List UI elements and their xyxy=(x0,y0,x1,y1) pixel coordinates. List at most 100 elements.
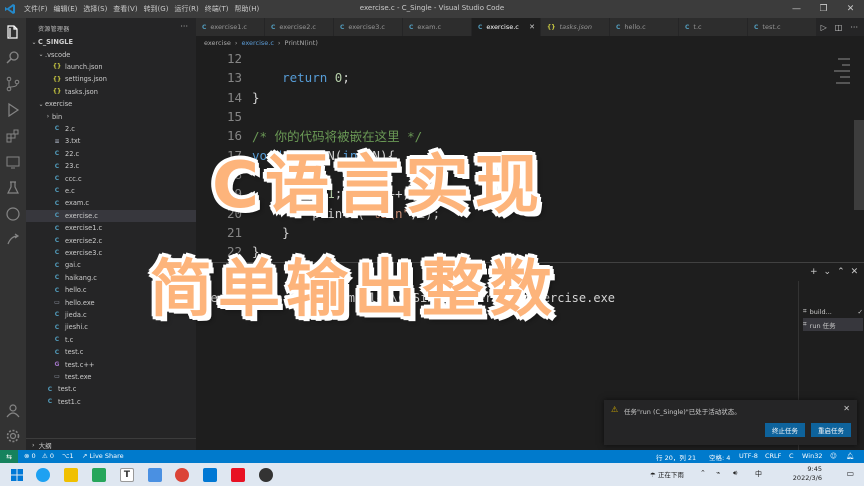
notes-app-icon[interactable] xyxy=(148,468,162,482)
typora-icon[interactable]: T xyxy=(120,468,134,482)
more-actions-icon[interactable]: ··· xyxy=(180,22,188,31)
editor-scrollbar[interactable] xyxy=(854,120,864,210)
live-share-button[interactable]: ↗ Live Share xyxy=(82,452,124,460)
close-icon[interactable]: ✕ xyxy=(843,404,850,413)
menu-help[interactable]: 帮助(H) xyxy=(235,4,260,14)
folder-row[interactable]: ⌄ .vscode xyxy=(26,48,196,60)
encoding[interactable]: UTF-8 xyxy=(739,452,758,460)
file-row[interactable]: Cexam.c xyxy=(26,197,196,209)
menu-go[interactable]: 转到(G) xyxy=(144,4,169,14)
problems-warnings[interactable]: ⚠ 0 xyxy=(42,452,54,460)
editor-tab[interactable]: Cexercise.c ✕ xyxy=(472,18,541,36)
editor-tab[interactable]: {} tasks.json xyxy=(541,18,610,36)
volume-icon[interactable]: 🔊︎ xyxy=(733,469,737,478)
language-mode[interactable]: C xyxy=(789,452,794,460)
file-explorer-icon[interactable] xyxy=(64,468,78,482)
editor-tab[interactable]: Cexercise1.c xyxy=(196,18,265,36)
menu-selection[interactable]: 选择(S) xyxy=(83,4,107,14)
chevron-down-icon[interactable]: ⌄ xyxy=(824,267,832,277)
task-build[interactable]: ⌗ build... ✓ xyxy=(803,305,863,318)
search-icon[interactable] xyxy=(5,50,21,66)
maximize-button[interactable]: ❐ xyxy=(810,0,837,18)
live-share-icon[interactable] xyxy=(5,232,21,248)
split-editor-icon[interactable]: ◫ xyxy=(835,23,843,32)
file-row[interactable]: Ctest.c xyxy=(26,383,196,395)
chrome-icon[interactable] xyxy=(175,468,189,482)
account-icon[interactable] xyxy=(5,402,21,418)
file-row[interactable]: C 22.c xyxy=(26,148,196,160)
folder-row[interactable]: ⌄ C_SINGLE xyxy=(26,36,196,48)
remote-explorer-icon[interactable] xyxy=(5,154,21,170)
editor-tab[interactable]: Ctest.c xyxy=(748,18,817,36)
editor-tab[interactable]: Cexercise3.c xyxy=(334,18,403,36)
task-run[interactable]: ⌗ run 任务 xyxy=(803,318,863,331)
explorer-icon[interactable] xyxy=(5,24,21,40)
add-terminal-icon[interactable]: + xyxy=(810,267,818,277)
ports-indicator[interactable]: ⌥1 xyxy=(62,452,74,460)
run-code-icon[interactable]: ▷ xyxy=(821,23,827,32)
file-row[interactable]: Cexercise.c xyxy=(26,209,196,222)
settings-gear-icon[interactable] xyxy=(5,428,21,444)
close-tab-icon[interactable]: ✕ xyxy=(529,23,535,31)
file-row[interactable]: {} tasks.json xyxy=(26,86,196,98)
editor-tab[interactable]: Ct.c xyxy=(679,18,748,36)
menu-run[interactable]: 运行(R) xyxy=(174,4,198,14)
feedback-icon[interactable]: ☺ xyxy=(830,452,837,460)
indentation[interactable]: 空格: 4 xyxy=(709,452,730,462)
file-row[interactable]: Ctest.c xyxy=(26,346,196,358)
cursor-position[interactable]: 行 20，列 21 xyxy=(656,452,696,462)
ime-indicator[interactable]: 中 xyxy=(755,469,762,479)
breadcrumb-folder[interactable]: exercise xyxy=(204,39,231,47)
extensions-icon[interactable] xyxy=(5,128,21,144)
file-row[interactable]: Ctest1.c xyxy=(26,396,196,408)
media-app-icon[interactable] xyxy=(259,468,273,482)
file-row[interactable]: {} settings.json xyxy=(26,73,196,85)
file-row[interactable]: Cccc.c xyxy=(26,172,196,184)
file-row[interactable]: Ct.c xyxy=(26,334,196,346)
file-row[interactable]: {} launch.json xyxy=(26,61,196,73)
menu-view[interactable]: 查看(V) xyxy=(113,4,137,14)
menu-terminal[interactable]: 终端(T) xyxy=(205,4,229,14)
editor-tab[interactable]: Cexercise2.c xyxy=(265,18,334,36)
close-panel-icon[interactable]: ✕ xyxy=(851,267,859,277)
menu-file[interactable]: 文件(F) xyxy=(24,4,48,14)
run-debug-icon[interactable] xyxy=(5,102,21,118)
restart-task-button[interactable]: 重启任务 xyxy=(811,423,851,437)
edge-browser-icon[interactable] xyxy=(36,468,50,482)
system-clock[interactable]: 9:45 2022/3/6 xyxy=(793,465,822,483)
windows-start-icon[interactable] xyxy=(10,468,24,482)
folder-row[interactable]: ⌄ exercise xyxy=(26,98,196,110)
folder-row[interactable]: › bin xyxy=(26,110,196,122)
notifications-bell-icon[interactable]: 🔔︎ xyxy=(846,452,854,460)
breadcrumb-file[interactable]: exercise.c xyxy=(241,39,273,47)
file-row[interactable]: ▭ test.exe xyxy=(26,371,196,383)
editor-tab[interactable]: Cexam.c xyxy=(403,18,472,36)
terminate-task-button[interactable]: 终止任务 xyxy=(765,423,805,437)
file-row[interactable]: Gtest.c++ xyxy=(26,358,196,370)
wps-icon[interactable] xyxy=(231,468,245,482)
testing-icon[interactable] xyxy=(5,180,21,196)
file-row[interactable]: Ce.c xyxy=(26,185,196,197)
wechat-icon[interactable] xyxy=(92,468,106,482)
source-control-icon[interactable] xyxy=(5,76,21,92)
problems-errors[interactable]: ⊗ 0 xyxy=(24,452,36,460)
platform[interactable]: Win32 xyxy=(802,452,822,460)
tray-chevron-icon[interactable]: ⌃ xyxy=(700,469,706,477)
maximize-panel-icon[interactable]: ⌃ xyxy=(837,267,845,277)
menu-edit[interactable]: 编辑(E) xyxy=(54,4,78,14)
github-icon[interactable] xyxy=(5,206,21,222)
close-window-button[interactable]: ✕ xyxy=(837,0,864,18)
file-row[interactable]: C 23.c xyxy=(26,160,196,172)
file-row[interactable]: C 2.c xyxy=(26,123,196,135)
weather-widget[interactable]: ☂ 正在下雨 xyxy=(650,469,684,479)
more-actions-icon[interactable]: ··· xyxy=(850,23,858,32)
file-row[interactable]: ≡ 3.txt xyxy=(26,135,196,147)
breadcrumb-symbol[interactable]: PrintN(int) xyxy=(285,39,318,47)
network-icon[interactable]: ⌁ xyxy=(716,469,720,477)
remote-indicator-icon[interactable]: ⇆ xyxy=(0,450,18,463)
minimize-button[interactable]: — xyxy=(783,0,810,18)
notification-center-icon[interactable]: ▭ xyxy=(846,469,854,478)
file-row[interactable]: Cexercise1.c xyxy=(26,222,196,234)
vscode-taskbar-icon[interactable] xyxy=(203,468,217,482)
editor-tab[interactable]: Chello.c xyxy=(610,18,679,36)
